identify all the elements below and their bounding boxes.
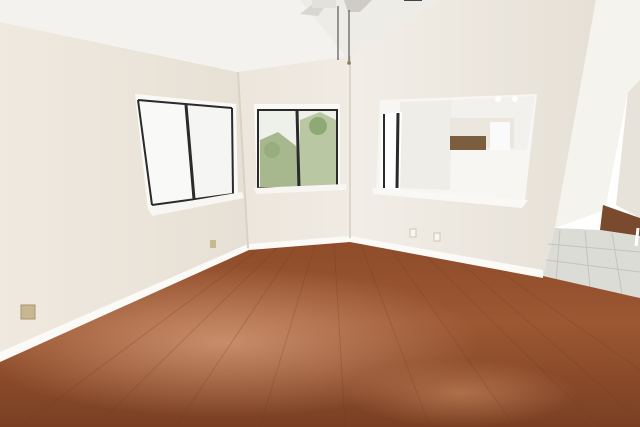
- window-left: [135, 94, 244, 216]
- pass-through-opening: [372, 94, 537, 208]
- outlet-right-wall-1: [409, 228, 417, 238]
- outlet-left-wall: [20, 304, 36, 320]
- room-scene: [0, 0, 640, 427]
- empty-room-photo: [0, 0, 640, 427]
- outlet-right-wall-2: [433, 232, 441, 242]
- window-middle: [254, 104, 346, 194]
- outlet-back-wall: [210, 240, 216, 248]
